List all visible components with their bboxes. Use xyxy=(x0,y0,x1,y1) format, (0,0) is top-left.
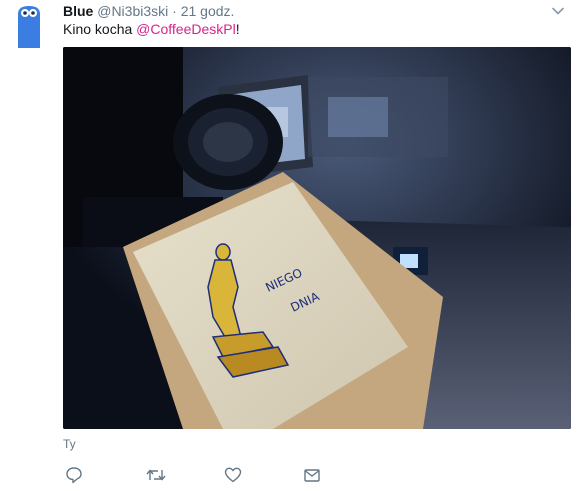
tweet-text: Kino kocha @CoffeeDeskPl! xyxy=(63,20,240,38)
reply-icon xyxy=(66,467,82,484)
mention-link[interactable]: @CoffeeDeskPl xyxy=(136,21,236,37)
retweet-button[interactable] xyxy=(146,466,168,488)
heart-icon xyxy=(224,467,242,483)
chevron-down-icon xyxy=(552,7,564,15)
timestamp[interactable]: 21 godz. xyxy=(181,3,235,19)
tweet-text-end: ! xyxy=(235,21,240,37)
author-handle[interactable]: @Ni3bi3ski xyxy=(97,3,168,19)
avatar[interactable] xyxy=(14,4,44,50)
blue-monster-avatar-icon xyxy=(18,6,40,48)
separator: · xyxy=(172,3,177,19)
direct-message-button[interactable] xyxy=(303,466,325,488)
tweet-actions xyxy=(63,466,363,488)
tweet-text-start: Kino kocha xyxy=(63,21,137,37)
author-name[interactable]: Blue xyxy=(63,3,93,19)
tweet-header: Blue @Ni3bi3ski · 21 godz. xyxy=(63,2,565,20)
envelope-icon xyxy=(304,469,320,482)
reply-button[interactable] xyxy=(65,466,87,488)
like-button[interactable] xyxy=(224,466,246,488)
translate-link[interactable]: Ty xyxy=(63,437,76,451)
tweet-photo[interactable]: NIEGO DNIA xyxy=(63,47,571,429)
retweet-icon xyxy=(146,469,166,481)
more-options-button[interactable] xyxy=(551,4,565,18)
